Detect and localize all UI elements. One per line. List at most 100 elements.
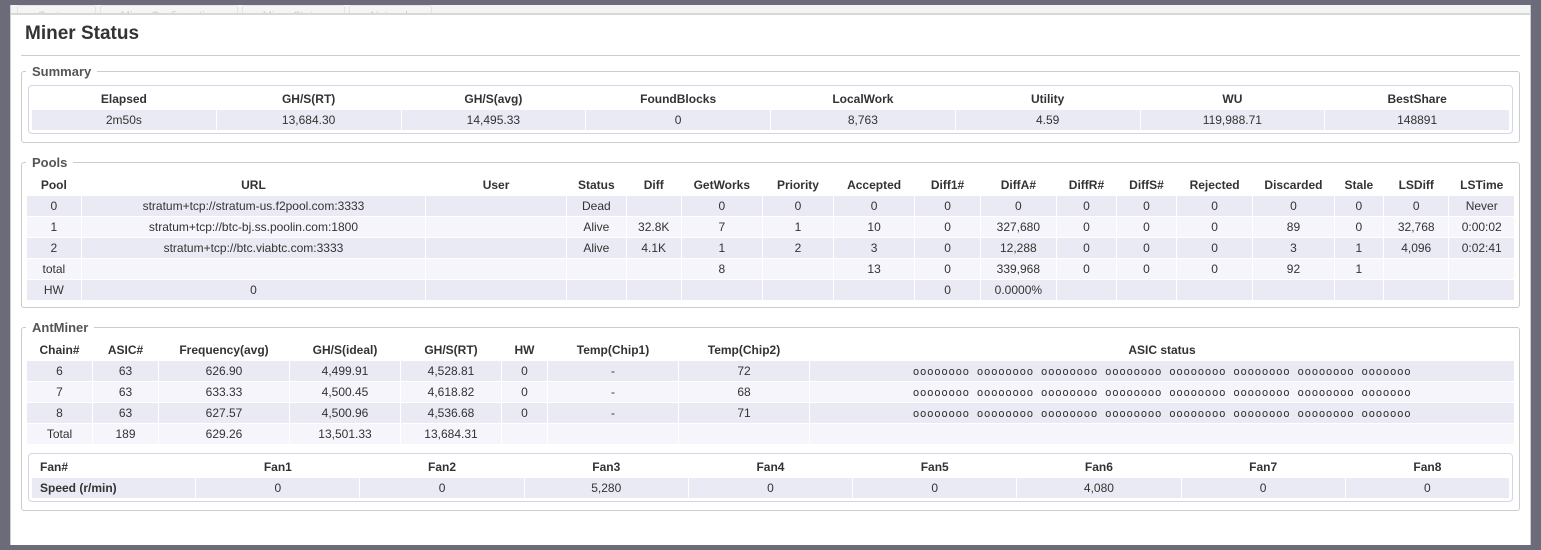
pools-cell bbox=[763, 280, 833, 300]
antminer-table: Chain# ASIC# Frequency(avg) GH/S(ideal) … bbox=[26, 339, 1515, 445]
pools-cell: Dead bbox=[567, 196, 626, 216]
pools-fieldset: Pools Pool URL User Status Diff GetWorks… bbox=[21, 155, 1520, 308]
antminer-cell: - bbox=[548, 382, 678, 402]
pools-cell: Alive bbox=[567, 238, 626, 258]
summary-table: Elapsed GH/S(RT) GH/S(avg) FoundBlocks L… bbox=[31, 88, 1510, 131]
col-fan4: Fan4 bbox=[689, 457, 852, 477]
col-elapsed: Elapsed bbox=[32, 89, 216, 109]
pools-cell bbox=[82, 259, 426, 279]
pools-cell: 1 bbox=[763, 217, 833, 237]
pools-header-row: Pool URL User Status Diff GetWorks Prior… bbox=[27, 175, 1514, 195]
pools-cell: 0 bbox=[1177, 259, 1252, 279]
pools-cell bbox=[1177, 280, 1252, 300]
antminer-cell: - bbox=[548, 403, 678, 423]
pools-cell: 0 bbox=[1117, 238, 1176, 258]
pools-cell: 327,680 bbox=[981, 217, 1056, 237]
antminer-cell: 63 bbox=[93, 361, 158, 381]
pools-cell: 0 bbox=[1117, 259, 1176, 279]
col-best-share: BestShare bbox=[1325, 89, 1509, 109]
pools-cell bbox=[567, 280, 626, 300]
antminer-cell: 68 bbox=[679, 382, 809, 402]
col-fan3: Fan3 bbox=[525, 457, 688, 477]
pools-cell bbox=[627, 196, 681, 216]
pools-cell: 3 bbox=[1253, 238, 1334, 258]
pools-cell bbox=[1335, 280, 1383, 300]
antminer-cell: 0 bbox=[502, 382, 547, 402]
pools-cell: 0.0000% bbox=[981, 280, 1056, 300]
pools-cell: 0 bbox=[1057, 238, 1116, 258]
val-found-blocks: 0 bbox=[586, 110, 770, 130]
antminer-cell: - bbox=[548, 361, 678, 381]
pools-cell: 0 bbox=[1057, 196, 1116, 216]
antminer-cell: 4,500.96 bbox=[290, 403, 400, 423]
col-diffs: DiffS# bbox=[1117, 175, 1176, 195]
antminer-cell: 4,536.68 bbox=[401, 403, 501, 423]
col-wu: WU bbox=[1141, 89, 1325, 109]
col-local-work: LocalWork bbox=[771, 89, 955, 109]
col-fan8: Fan8 bbox=[1346, 457, 1509, 477]
pools-cell bbox=[426, 259, 566, 279]
col-priority: Priority bbox=[763, 175, 833, 195]
summary-legend: Summary bbox=[26, 64, 97, 79]
antminer-cell: 0 bbox=[502, 403, 547, 423]
pools-cell bbox=[1057, 280, 1116, 300]
divider bbox=[21, 55, 1520, 56]
antminer-cell: 6 bbox=[27, 361, 92, 381]
pools-cell: 0 bbox=[1384, 196, 1448, 216]
antminer-row: 663626.904,499.914,528.810-72oooooooo oo… bbox=[27, 361, 1514, 381]
col-utility: Utility bbox=[956, 89, 1140, 109]
val-ghs-avg: 14,495.33 bbox=[402, 110, 586, 130]
antminer-cell bbox=[679, 424, 809, 444]
antminer-cell: 4,500.45 bbox=[290, 382, 400, 402]
col-fan1: Fan1 bbox=[196, 457, 359, 477]
pools-cell: 0 bbox=[1057, 259, 1116, 279]
pools-cell: 0 bbox=[1335, 196, 1383, 216]
col-lstime: LSTime bbox=[1449, 175, 1514, 195]
tab-miner-config[interactable]: Miner Configuration bbox=[100, 5, 238, 14]
fan-table: Fan# Fan1 Fan2 Fan3 Fan4 Fan5 Fan6 Fan7 … bbox=[31, 456, 1510, 499]
pools-cell: 0 bbox=[27, 196, 81, 216]
col-fan-num: Fan# bbox=[32, 457, 195, 477]
pools-cell: 2 bbox=[27, 238, 81, 258]
pools-cell bbox=[567, 259, 626, 279]
pools-cell: Never bbox=[1449, 196, 1514, 216]
pools-cell: 0 bbox=[915, 196, 979, 216]
tab-miner-status[interactable]: Miner Status bbox=[242, 5, 346, 14]
summary-header-row: Elapsed GH/S(RT) GH/S(avg) FoundBlocks L… bbox=[32, 89, 1509, 109]
antminer-cell: 7 bbox=[27, 382, 92, 402]
pools-cell: total bbox=[27, 259, 81, 279]
pools-cell: 1 bbox=[27, 217, 81, 237]
antminer-cell: 4,528.81 bbox=[401, 361, 501, 381]
col-fan5: Fan5 bbox=[853, 457, 1016, 477]
antminer-cell: 63 bbox=[93, 403, 158, 423]
top-tabs: System Miner Configuration Miner Status … bbox=[11, 5, 1530, 15]
antminer-cell: 4,618.82 bbox=[401, 382, 501, 402]
val-utility: 4.59 bbox=[956, 110, 1140, 130]
antminer-cell: 627.57 bbox=[159, 403, 289, 423]
col-rejected: Rejected bbox=[1177, 175, 1252, 195]
tab-system[interactable]: System bbox=[17, 5, 96, 14]
pools-table: Pool URL User Status Diff GetWorks Prior… bbox=[26, 174, 1515, 301]
fan4-val: 0 bbox=[689, 478, 852, 498]
pools-cell: 0 bbox=[981, 196, 1056, 216]
pools-cell: 0 bbox=[1177, 238, 1252, 258]
col-ghs-rt: GH/S(RT) bbox=[217, 89, 401, 109]
antminer-cell: 189 bbox=[93, 424, 158, 444]
summary-data-row: 2m50s 13,684.30 14,495.33 0 8,763 4.59 1… bbox=[32, 110, 1509, 130]
pools-cell: 0:00:02 bbox=[1449, 217, 1514, 237]
antminer-cell: 13,684.31 bbox=[401, 424, 501, 444]
fan8-val: 0 bbox=[1346, 478, 1509, 498]
col-user: User bbox=[426, 175, 566, 195]
pools-cell: 0 bbox=[1177, 196, 1252, 216]
pools-cell: 32,768 bbox=[1384, 217, 1448, 237]
antminer-cell: 4,499.91 bbox=[290, 361, 400, 381]
col-asic: ASIC# bbox=[93, 340, 158, 360]
tab-network[interactable]: Network bbox=[349, 5, 431, 14]
pools-legend: Pools bbox=[26, 155, 73, 170]
pools-cell: 0 bbox=[915, 238, 979, 258]
col-hw: HW bbox=[502, 340, 547, 360]
fan6-val: 4,080 bbox=[1017, 478, 1180, 498]
col-chain: Chain# bbox=[27, 340, 92, 360]
pools-cell: 12,288 bbox=[981, 238, 1056, 258]
pools-row: 0stratum+tcp://stratum-us.f2pool.com:333… bbox=[27, 196, 1514, 216]
